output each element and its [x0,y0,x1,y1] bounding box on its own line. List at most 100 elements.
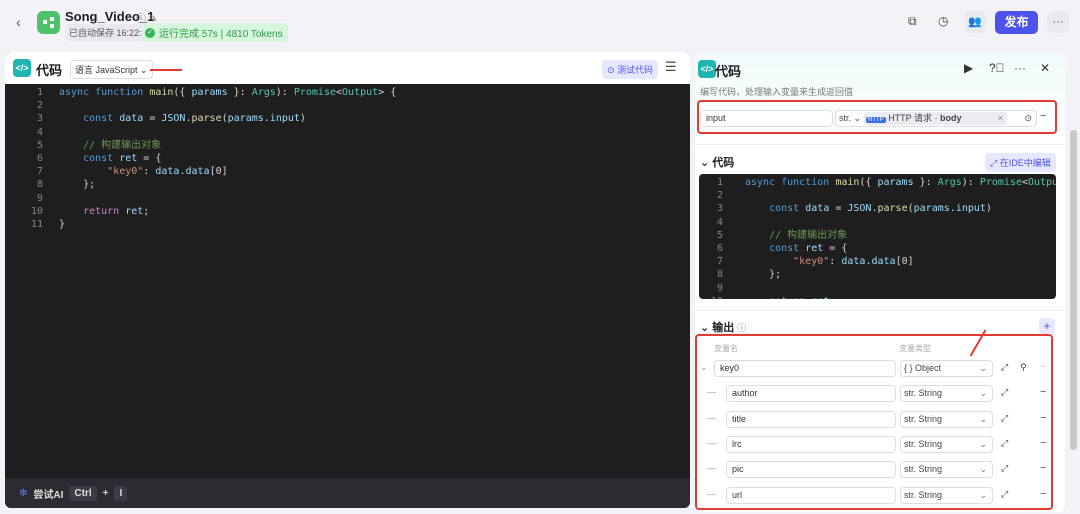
line-content [723,189,745,202]
code-preview[interactable]: 1 async function main({ params }: Args): … [699,174,1056,299]
code-token: [0] [895,256,914,268]
collaborators-button[interactable]: 👥 [964,11,986,33]
code-editor-panel: </> 代码 语言 JavaScript ⌄ ⊙ 测试代码 ☰ 1 async f… [5,52,690,508]
output-section-toggle[interactable]: ⌄ 输出 ⓘ [700,319,746,335]
ai-sparkle-icon: ✻ [19,487,28,499]
code-token: parse [877,203,908,215]
history-icon[interactable]: ◷ [938,14,948,28]
publish-button[interactable]: 发布 [995,11,1038,34]
line-content: }; [723,268,781,281]
outline-icon[interactable]: ☰ [665,59,677,75]
remove-input-icon[interactable]: − [1040,110,1046,122]
line-content [43,192,59,205]
expand-icon[interactable]: ⤢ [1001,489,1008,500]
output-name-field[interactable]: key0 [714,360,896,377]
line-number: 2 [716,190,723,202]
line-content: "key0": data.data[0] [43,165,227,178]
code-token: = { [823,242,848,254]
top-bar: ‹ Song_Video_1 ⓘ ✎ 已自动保存 16:22:54 ✓ 运行完成 … [0,0,1080,45]
output-name-field[interactable]: url [726,486,896,504]
line-number: 9 [716,282,723,294]
output-name-field[interactable]: title [726,410,896,428]
output-name-field[interactable]: pic [726,461,896,479]
line-number: 1 [36,87,43,98]
output-type-select[interactable]: str. String ⌄ [900,435,993,453]
expand-icon[interactable]: ⤢ [1001,413,1008,424]
scrollbar[interactable] [1070,130,1077,450]
output-type-label: str. String [904,489,943,500]
copy-icon[interactable]: ⧉ [908,14,917,29]
col-type-header: 变量类型 [899,344,931,353]
remove-output-icon[interactable]: − [1040,462,1046,474]
line-content: // 构建输出对象 [43,139,161,152]
tree-branch: — [707,387,716,398]
remove-output-icon[interactable]: − [1040,412,1046,424]
line-content: const ret = { [43,152,161,165]
code-token: : [829,256,842,268]
http-icon: HTTP [866,117,886,123]
annotation-arrow [150,69,182,71]
expand-icon[interactable]: ⤢ [1001,362,1008,373]
collapse-icon[interactable]: ⌄ [700,362,708,373]
output-type-select[interactable]: str. String ⌄ [900,486,993,504]
source-label: HTTP 请求 [888,113,933,123]
code-token: Args [937,177,962,188]
clear-icon[interactable]: × [998,112,1003,125]
more-icon[interactable]: ··· [1014,61,1026,75]
code-token: params [877,177,914,188]
output-type-label: str. String [904,438,943,449]
remove-output-icon[interactable]: − [1040,361,1046,373]
code-token: "key0" [745,256,830,268]
edit-in-ide-button[interactable]: ⤢ 在IDE中编辑 [985,153,1056,172]
output-type-select[interactable]: { } Object ⌄ [900,360,993,377]
ai-bar[interactable]: ✻ 尝试AI Ctrl + I [5,478,690,508]
expand-icon[interactable]: ⤢ [1001,387,1008,398]
language-select[interactable]: 语言 JavaScript ⌄ [70,60,153,79]
input-value-select[interactable]: str. ⌄ HTTP HTTP 请求 · body × ⊙ [835,110,1037,127]
chevron-down-icon: ⌄ [979,489,987,500]
code-line: 9 [5,192,690,205]
code-token: params [191,87,228,98]
code-token: ): [961,177,980,188]
close-icon[interactable]: ✕ [1040,61,1050,75]
back-icon[interactable]: ‹ [16,14,21,30]
code-token: data [119,113,144,125]
editor-title: 代码 [36,63,63,78]
output-type-select[interactable]: str. String ⌄ [900,385,993,403]
expand-icon[interactable]: ⤢ [1001,463,1008,474]
add-child-icon[interactable]: ⚲ [1020,362,1027,373]
code-section-toggle[interactable]: ⌄ 代码 [700,154,734,170]
line-number: 1 [716,177,723,188]
line-number: 4 [36,126,43,138]
code-token: Promise [979,177,1022,188]
input-name-field[interactable]: input [700,110,833,127]
code-line: 2 [699,189,1056,202]
code-token: ret [125,205,144,217]
expand-icon[interactable]: ⤢ [1001,438,1008,449]
edit-in-ide-label: 在IDE中编辑 [999,158,1051,168]
variable-picker-icon[interactable]: ⊙ [1024,111,1032,126]
output-type-select[interactable]: str. String ⌄ [900,410,993,428]
add-output-button[interactable]: + [1039,318,1055,334]
chevron-down-icon: ⌄ [979,464,987,475]
code-token: params [913,203,950,215]
output-name-field[interactable]: author [726,385,896,403]
line-number: 3 [716,203,723,215]
remove-output-icon[interactable]: − [1040,437,1046,449]
remove-output-icon[interactable]: − [1040,488,1046,500]
output-type-select[interactable]: str. String ⌄ [900,461,993,479]
help-icon[interactable]: ?⃝ [989,61,1005,75]
run-icon[interactable]: ▶ [964,61,973,75]
code-token: > { [378,87,397,98]
output-name-field[interactable]: lrc [726,435,896,453]
code-token: ): [275,87,294,98]
code-line: 5 // 构建输出对象 [5,139,690,152]
node-config-panel: </> 代码 ▶ ?⃝ ··· ✕ 编写代码，处理输入变量来生成返回值 inpu… [695,52,1065,512]
code-editor[interactable]: 1 async function main({ params }: Args): … [5,86,690,231]
remove-output-icon[interactable]: − [1040,386,1046,398]
code-token: ret [811,296,829,299]
more-button[interactable]: ··· [1047,11,1069,33]
test-code-button[interactable]: ⊙ 测试代码 [602,60,659,79]
source-field: body [940,113,962,123]
code-token: // 构建输出对象 [59,139,162,151]
